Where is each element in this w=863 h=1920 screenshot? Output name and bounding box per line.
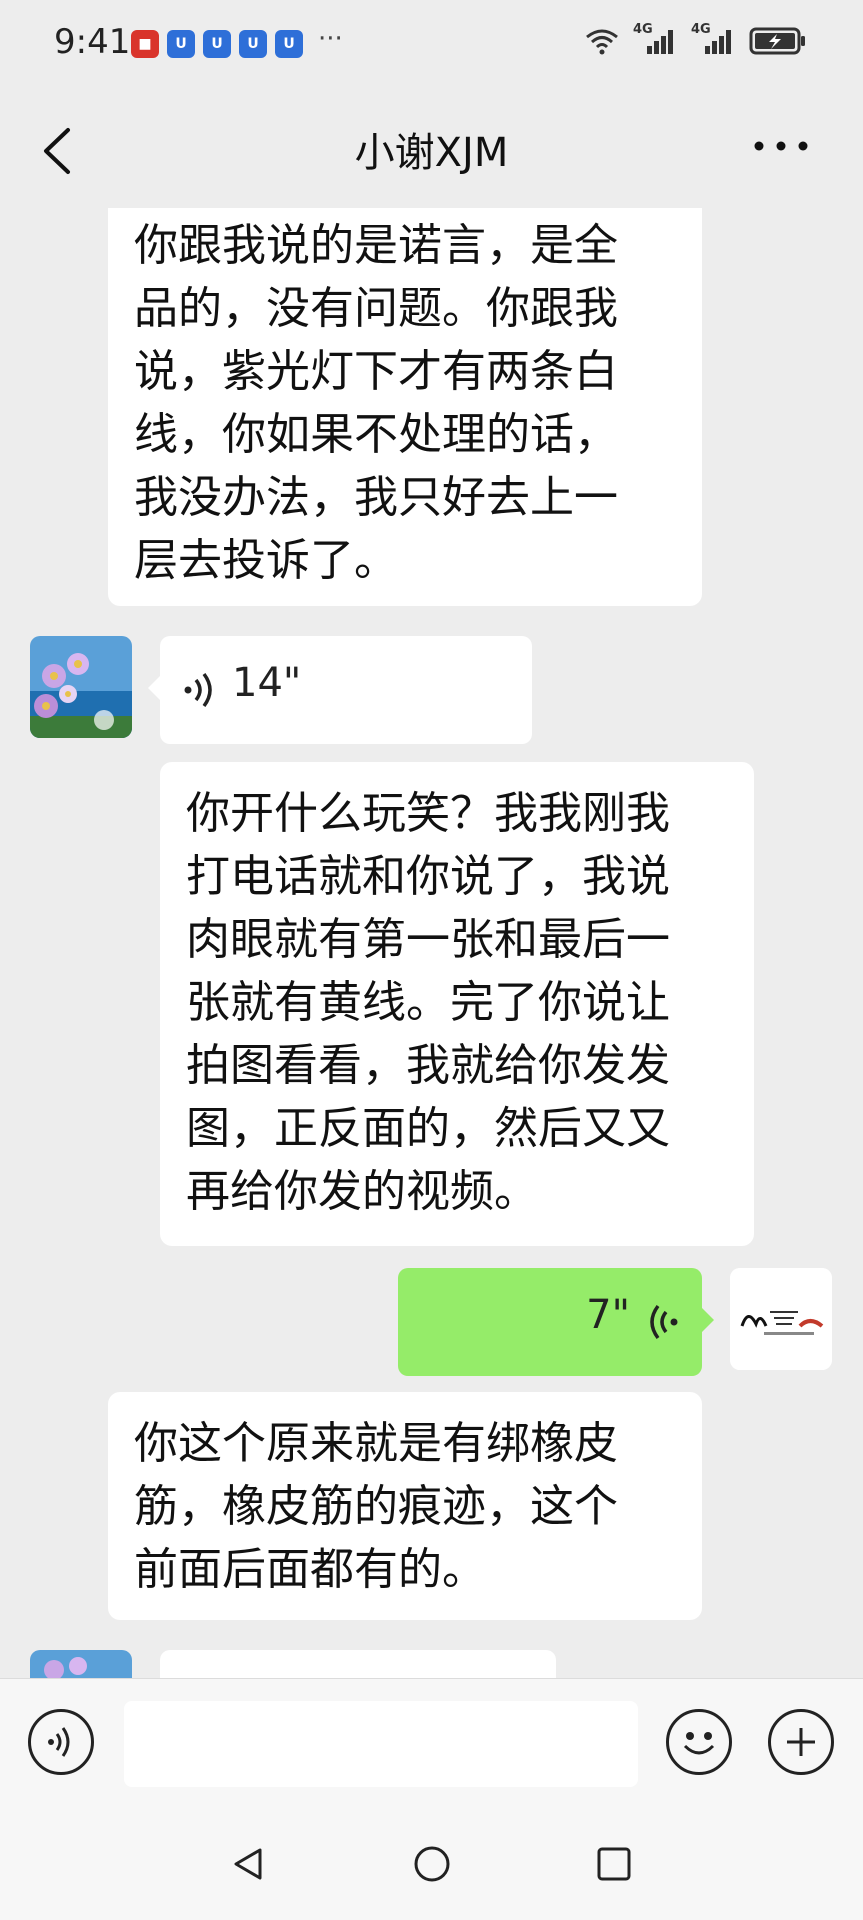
nav-home-icon[interactable] <box>412 1844 452 1884</box>
nav-recent-icon[interactable] <box>594 1844 634 1884</box>
voice-message[interactable]: 7" <box>398 1268 714 1376</box>
wifi-icon <box>586 29 618 55</box>
ellipsis-icon[interactable] <box>751 134 811 158</box>
chat-message-list[interactable]: 你跟我说的是诺言，是全 品的，没有问题。你跟我 说，紫光灯下才有两条白 线，你如… <box>0 208 863 1678</box>
message-bubble[interactable] <box>160 1650 556 1678</box>
system-icons: 4G 4G <box>585 22 807 56</box>
signal-icon: 4G <box>633 22 677 56</box>
voice-duration: 7" <box>586 1292 630 1338</box>
app-blue-icon: U <box>239 30 267 58</box>
avatar[interactable] <box>30 1650 132 1678</box>
voice-wave-icon <box>184 672 212 708</box>
message-bubble[interactable]: 你这个原来就是有绑橡皮 筋，橡皮筋的痕迹，这个 前面后面都有的。 <box>108 1392 702 1620</box>
status-time: 9:41 <box>54 22 131 62</box>
my-avatar[interactable] <box>730 1268 832 1370</box>
app-blue-icon: U <box>275 30 303 58</box>
system-nav-bar <box>0 1808 863 1920</box>
message-text: 你这个原来就是有绑橡皮 筋，橡皮筋的痕迹，这个 前面后面都有的。 <box>134 1418 618 1595</box>
message-text: 你开什么玩笑？我我刚我 打电话就和你说了，我说 肉眼就有第一张和最后一 张就有黄… <box>186 788 670 1217</box>
voice-mode-icon[interactable] <box>28 1709 94 1775</box>
chat-header: 小谢XJM <box>0 90 863 208</box>
plus-icon[interactable] <box>768 1709 834 1775</box>
voice-wave-icon <box>650 1304 678 1340</box>
message-input[interactable] <box>124 1701 638 1787</box>
nav-back-icon[interactable] <box>228 1844 268 1884</box>
status-bar: 9:41 ■ U U U U ··· 4G 4G <box>0 0 863 90</box>
message-bubble[interactable]: 你开什么玩笑？我我刚我 打电话就和你说了，我说 肉眼就有第一张和最后一 张就有黄… <box>160 762 754 1246</box>
app-blue-icon: U <box>167 30 195 58</box>
voice-duration: 14" <box>232 660 302 706</box>
avatar[interactable] <box>30 636 132 738</box>
emoji-icon[interactable] <box>666 1709 732 1775</box>
input-bar <box>0 1678 863 1809</box>
more-notifications-icon: ··· <box>318 24 343 54</box>
message-bubble[interactable]: 你跟我说的是诺言，是全 品的，没有问题。你跟我 说，紫光灯下才有两条白 线，你如… <box>108 208 702 606</box>
signal-icon: 4G <box>691 22 735 56</box>
chat-title: 小谢XJM <box>354 130 509 176</box>
voice-message[interactable]: 14" <box>148 636 532 744</box>
app-red-icon: ■ <box>131 30 159 58</box>
message-text: 你跟我说的是诺言，是全 品的，没有问题。你跟我 说，紫光灯下才有两条白 线，你如… <box>134 220 618 586</box>
battery-icon <box>749 27 805 55</box>
app-blue-icon: U <box>203 30 231 58</box>
